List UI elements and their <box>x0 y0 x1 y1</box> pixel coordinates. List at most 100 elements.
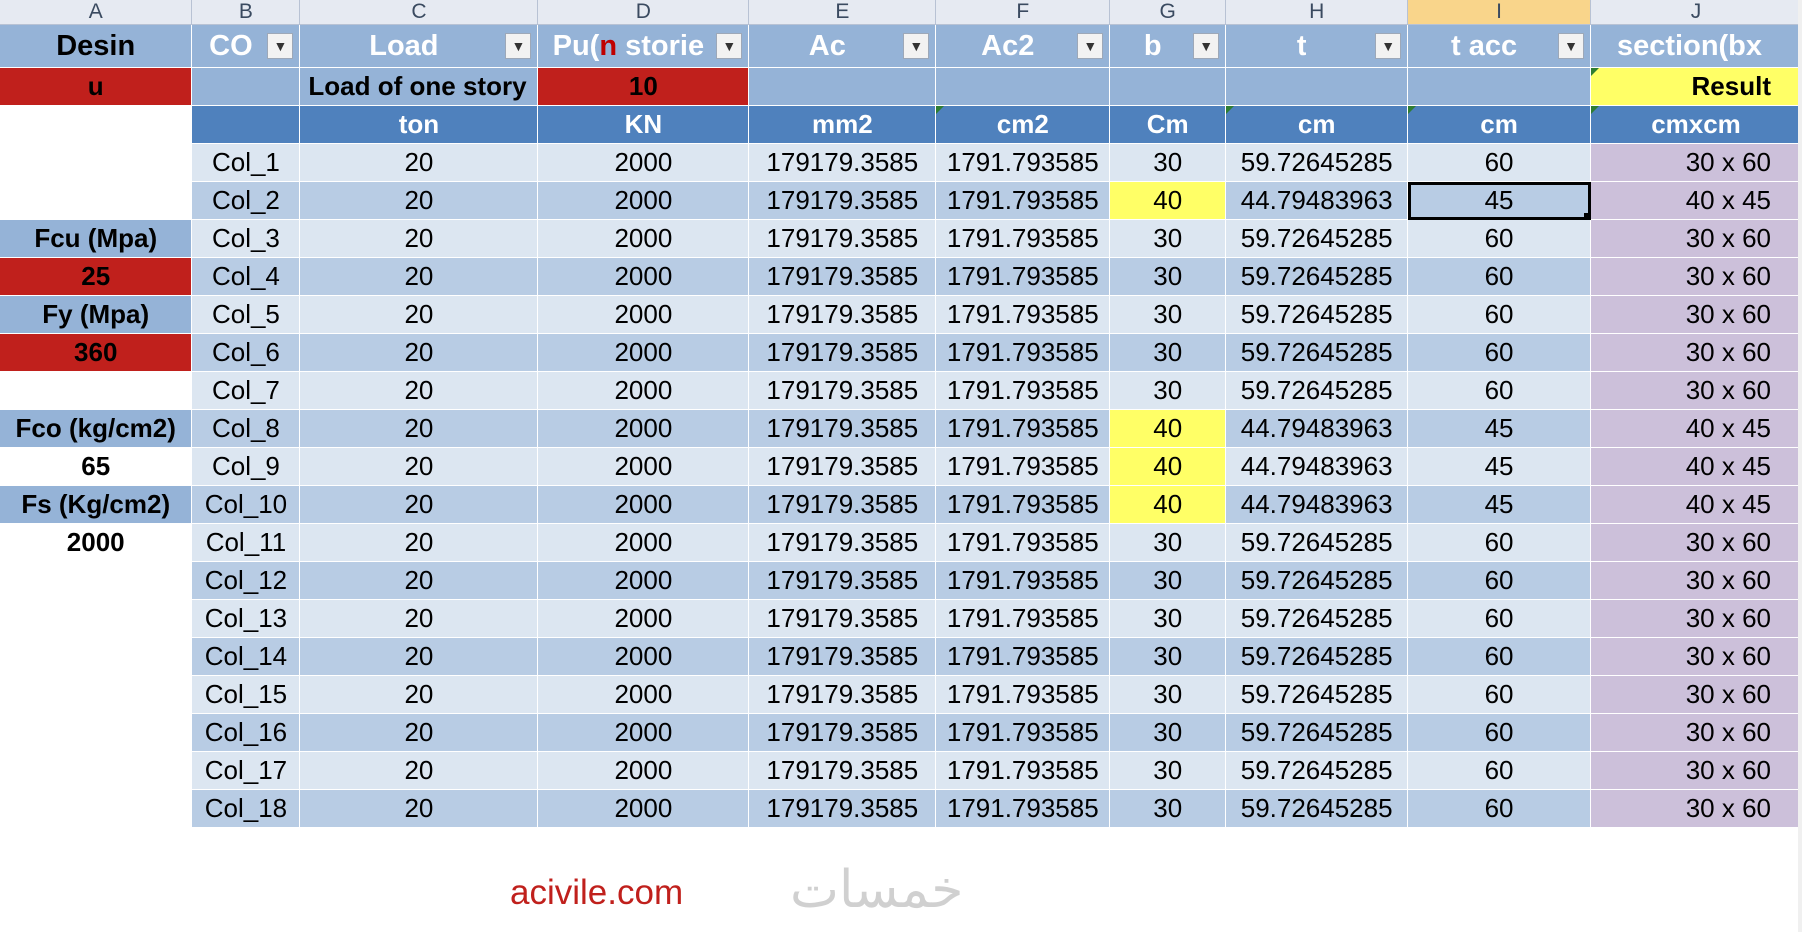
cell[interactable] <box>0 181 193 220</box>
t-value[interactable]: 59.72645285 <box>1225 257 1409 296</box>
column-header-d[interactable]: D <box>537 0 750 25</box>
t-value[interactable]: 59.72645285 <box>1225 333 1409 372</box>
cell[interactable] <box>1407 67 1591 106</box>
ac2-value[interactable]: 1791.793585 <box>935 181 1111 220</box>
section-value[interactable]: 30 x 60 <box>1590 371 1802 410</box>
load-value[interactable]: 20 <box>299 485 539 524</box>
b-value[interactable]: 30 <box>1109 751 1227 790</box>
col-name[interactable]: Col_11 <box>191 523 301 562</box>
cell[interactable] <box>1109 67 1227 106</box>
column-header-f[interactable]: F <box>935 0 1111 25</box>
pu-value[interactable]: 2000 <box>537 257 750 296</box>
col-name[interactable]: Col_2 <box>191 181 301 220</box>
cell[interactable] <box>0 143 193 182</box>
ac2-value[interactable]: 1791.793585 <box>935 371 1111 410</box>
t-value[interactable]: 44.79483963 <box>1225 447 1409 486</box>
ac-value[interactable]: 179179.3585 <box>748 523 937 562</box>
t-value[interactable]: 59.72645285 <box>1225 637 1409 676</box>
ac-value[interactable]: 179179.3585 <box>748 409 937 448</box>
cell[interactable] <box>0 675 193 714</box>
t-acc-value[interactable]: 60 <box>1407 523 1591 562</box>
b-value[interactable]: 30 <box>1109 219 1227 258</box>
header-co[interactable]: CO ▼ <box>191 24 301 68</box>
pu-value[interactable]: 2000 <box>537 713 750 752</box>
pu-value[interactable]: 2000 <box>537 599 750 638</box>
pu-value[interactable]: 2000 <box>537 637 750 676</box>
b-value[interactable]: 30 <box>1109 713 1227 752</box>
filter-dropdown-button[interactable]: ▼ <box>903 33 930 59</box>
load-value[interactable]: 20 <box>299 599 539 638</box>
b-value[interactable]: 40 <box>1109 447 1227 486</box>
t-value[interactable]: 59.72645285 <box>1225 675 1409 714</box>
ac2-value[interactable]: 1791.793585 <box>935 713 1111 752</box>
load-value[interactable]: 20 <box>299 295 539 334</box>
t-value[interactable]: 59.72645285 <box>1225 219 1409 258</box>
fs-value[interactable]: 2000 <box>0 523 193 562</box>
section-value[interactable]: 30 x 60 <box>1590 637 1802 676</box>
t-value[interactable]: 59.72645285 <box>1225 523 1409 562</box>
b-value[interactable]: 40 <box>1109 181 1227 220</box>
column-header-c[interactable]: C <box>299 0 539 25</box>
ac2-value[interactable]: 1791.793585 <box>935 561 1111 600</box>
b-value[interactable]: 30 <box>1109 637 1227 676</box>
b-value[interactable]: 30 <box>1109 789 1227 828</box>
pu-value[interactable]: 2000 <box>537 675 750 714</box>
unit-ac2[interactable]: cm2 <box>935 105 1111 144</box>
unit-section[interactable]: cmxcm <box>1590 105 1802 144</box>
b-value[interactable]: 30 <box>1109 675 1227 714</box>
col-name[interactable]: Col_10 <box>191 485 301 524</box>
col-name[interactable]: Col_12 <box>191 561 301 600</box>
section-value[interactable]: 40 x 45 <box>1590 485 1802 524</box>
col-name[interactable]: Col_1 <box>191 143 301 182</box>
column-header-b[interactable]: B <box>191 0 301 25</box>
b-value[interactable]: 40 <box>1109 485 1227 524</box>
load-of-one-story-label[interactable]: Load of one story <box>299 67 539 106</box>
load-value[interactable]: 20 <box>299 447 539 486</box>
pu-value[interactable]: 2000 <box>537 485 750 524</box>
section-value[interactable]: 30 x 60 <box>1590 219 1802 258</box>
load-value[interactable]: 20 <box>299 219 539 258</box>
load-value[interactable]: 20 <box>299 523 539 562</box>
ac-value[interactable]: 179179.3585 <box>748 371 937 410</box>
t-value[interactable]: 44.79483963 <box>1225 181 1409 220</box>
ac-value[interactable]: 179179.3585 <box>748 713 937 752</box>
t-value[interactable]: 59.72645285 <box>1225 371 1409 410</box>
col-name[interactable]: Col_3 <box>191 219 301 258</box>
cell[interactable] <box>191 67 301 106</box>
b-value[interactable]: 30 <box>1109 371 1227 410</box>
ac-value[interactable]: 179179.3585 <box>748 333 937 372</box>
col-name[interactable]: Col_4 <box>191 257 301 296</box>
stories-count-value[interactable]: 10 <box>537 67 750 106</box>
filter-dropdown-button[interactable]: ▼ <box>716 33 743 59</box>
section-value[interactable]: 30 x 60 <box>1590 257 1802 296</box>
load-value[interactable]: 20 <box>299 333 539 372</box>
filter-dropdown-button[interactable]: ▼ <box>1558 33 1584 59</box>
ac2-value[interactable]: 1791.793585 <box>935 219 1111 258</box>
ac2-value[interactable]: 1791.793585 <box>935 333 1111 372</box>
t-acc-value[interactable]: 60 <box>1407 561 1591 600</box>
filter-dropdown-button[interactable]: ▼ <box>1077 33 1104 59</box>
t-value[interactable]: 59.72645285 <box>1225 143 1409 182</box>
pu-value[interactable]: 2000 <box>537 219 750 258</box>
section-value[interactable]: 40 x 45 <box>1590 447 1802 486</box>
cell[interactable] <box>0 561 193 600</box>
b-value[interactable]: 30 <box>1109 257 1227 296</box>
t-value[interactable]: 44.79483963 <box>1225 485 1409 524</box>
column-header-e[interactable]: E <box>748 0 937 25</box>
load-value[interactable]: 20 <box>299 181 539 220</box>
load-value[interactable]: 20 <box>299 371 539 410</box>
section-value[interactable]: 40 x 45 <box>1590 181 1802 220</box>
header-desin[interactable]: Desin <box>0 24 193 68</box>
t-value[interactable]: 44.79483963 <box>1225 409 1409 448</box>
pu-value[interactable]: 2000 <box>537 371 750 410</box>
fcu-value[interactable]: 25 <box>0 257 193 296</box>
t-value[interactable]: 59.72645285 <box>1225 713 1409 752</box>
col-name[interactable]: Col_8 <box>191 409 301 448</box>
ac2-value[interactable]: 1791.793585 <box>935 789 1111 828</box>
ac-value[interactable]: 179179.3585 <box>748 485 937 524</box>
t-acc-value[interactable]: 60 <box>1407 219 1591 258</box>
ac-value[interactable]: 179179.3585 <box>748 751 937 790</box>
unit-t-acc[interactable]: cm <box>1407 105 1591 144</box>
col-name[interactable]: Col_7 <box>191 371 301 410</box>
ac2-value[interactable]: 1791.793585 <box>935 751 1111 790</box>
